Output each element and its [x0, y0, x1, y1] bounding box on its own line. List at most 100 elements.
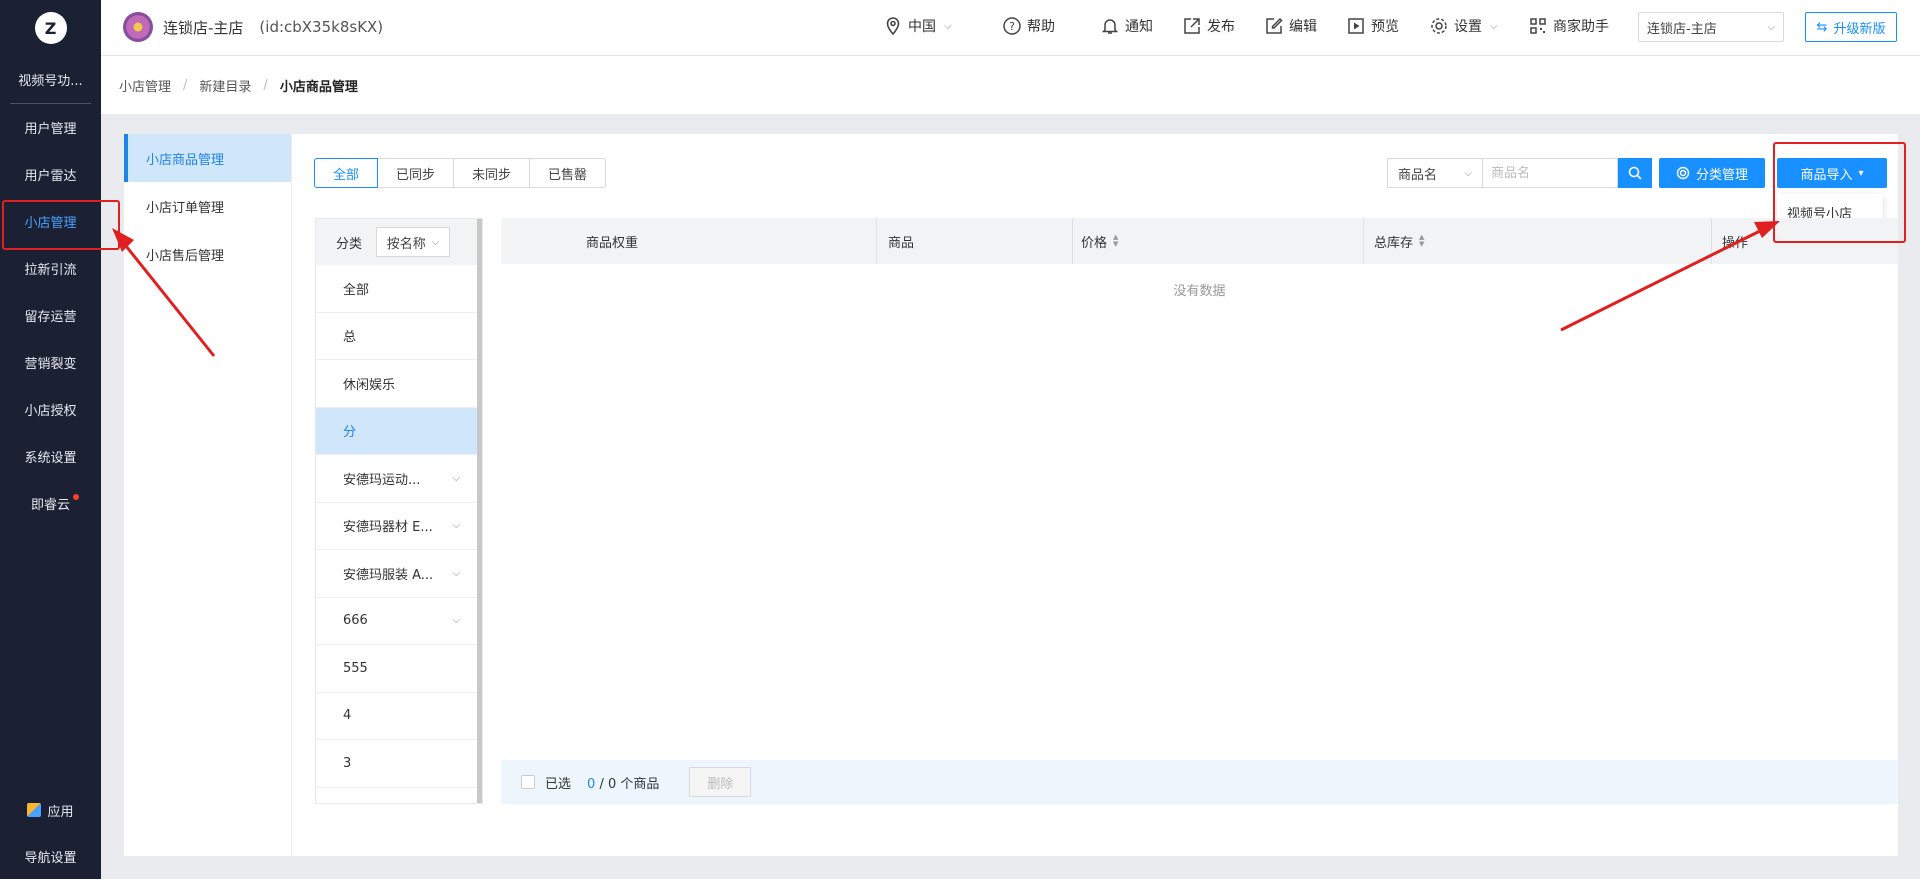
upgrade-button[interactable]: ⇆ 升级新版 — [1805, 12, 1897, 42]
subnav-item-after-sales[interactable]: 小店售后管理 — [124, 230, 291, 278]
notify-label: 通知 — [1125, 19, 1153, 35]
sidebar-item-video-channel[interactable]: 视频号功... — [10, 56, 91, 104]
column-label: 商品 — [888, 235, 915, 251]
help-link[interactable]: ? 帮助 — [1003, 16, 1055, 36]
sidebar-item-label: 系统设置 — [24, 451, 77, 466]
column-divider — [876, 218, 877, 264]
tab-all[interactable]: 全部 — [314, 158, 379, 188]
category-label: 总 — [343, 330, 357, 346]
delete-button[interactable]: 删除 — [689, 767, 752, 797]
shop-info: 连锁店-主店 (id:cbX35k8sKX) — [123, 12, 383, 42]
sidebar-item-jirui-cloud[interactable]: 即睿云 — [0, 480, 101, 527]
subnav-item-orders[interactable]: 小店订单管理 — [124, 182, 291, 230]
subnav-item-products[interactable]: 小店商品管理 — [124, 134, 291, 182]
logo-area[interactable]: Z — [0, 0, 101, 56]
sidebar-item-user-management[interactable]: 用户管理 — [0, 104, 101, 151]
sidebar-item-retention[interactable]: 留存运营 — [0, 292, 101, 339]
category-item[interactable]: 安德玛运动... ⌵ — [316, 455, 482, 503]
category-item[interactable]: 安德玛服装 A... ⌵ — [316, 550, 482, 598]
category-management-label: 分类管理 — [1695, 167, 1748, 183]
breadcrumb-item-shop-management[interactable]: 小店管理 — [119, 76, 171, 95]
category-label: 全部 — [343, 282, 370, 298]
category-item[interactable]: 666 ⌵ — [316, 598, 482, 645]
sidebar-item-label: 拉新引流 — [24, 263, 77, 278]
region-select[interactable]: 中国 ⌵ — [884, 16, 952, 36]
chevron-down-icon: ⌵ — [431, 236, 440, 248]
column-weight: 商品权重 — [586, 218, 638, 264]
sidebar-item-marketing[interactable]: 营销裂变 — [0, 339, 101, 386]
tab-sold-out[interactable]: 已售罄 — [529, 158, 607, 188]
category-item[interactable]: 总 — [316, 313, 482, 360]
help-icon: ? — [1003, 17, 1021, 35]
selected-count: 0 — [587, 776, 596, 792]
category-item[interactable]: 休闲娱乐 — [316, 360, 482, 408]
breadcrumb-item-new-directory[interactable]: 新建目录 — [199, 76, 251, 95]
category-label: 666 — [343, 613, 368, 629]
preview-link[interactable]: 预览 — [1347, 16, 1399, 36]
chevron-down-icon[interactable]: ⌵ — [452, 615, 460, 626]
category-item[interactable]: 555 — [316, 645, 482, 693]
breadcrumb-separator: / — [263, 77, 268, 93]
search-field-select[interactable]: 商品名 ⌵ — [1387, 158, 1483, 188]
column-price[interactable]: 价格 ▲ ▼ — [1081, 218, 1118, 264]
sidebar-item-apps[interactable]: 应用 — [0, 787, 101, 833]
sidebar-item-shop-auth[interactable]: 小店授权 — [0, 386, 101, 433]
sidebar-item-system-settings[interactable]: 系统设置 — [0, 433, 101, 480]
chevron-down-icon: ⌵ — [1464, 167, 1472, 179]
switch-icon: ⇆ — [1816, 19, 1828, 35]
category-scrollbar[interactable] — [477, 219, 482, 803]
sort-icon[interactable]: ▲ ▼ — [1419, 234, 1424, 248]
category-item[interactable]: 4 — [316, 693, 482, 740]
settings-menu[interactable]: 设置 ⌵ — [1430, 16, 1498, 36]
sidebar-item-acquisition[interactable]: 拉新引流 — [0, 245, 101, 292]
chevron-down-icon[interactable]: ⌵ — [452, 473, 460, 484]
sort-icon[interactable]: ▲ ▼ — [1113, 234, 1118, 248]
notify-link[interactable]: 通知 — [1101, 16, 1153, 36]
edit-icon — [1265, 17, 1283, 35]
merchant-assistant-link[interactable]: 商家助手 — [1529, 16, 1609, 36]
shop-avatar — [123, 12, 153, 42]
svg-text:?: ? — [1009, 20, 1015, 33]
column-stock[interactable]: 总库存 ▲ ▼ — [1374, 218, 1424, 264]
selected-total: / 0 个商品 — [599, 776, 660, 792]
chevron-down-icon[interactable]: ⌵ — [452, 520, 460, 531]
category-item[interactable]: 分 — [316, 407, 482, 455]
column-divider — [1711, 218, 1712, 264]
batch-action-bar: 已选 0 / 0 个商品 删除 — [501, 760, 1898, 804]
sidebar-item-user-radar[interactable]: 用户雷达 — [0, 151, 101, 198]
upgrade-label: 升级新版 — [1833, 21, 1886, 37]
category-management-button[interactable]: 分类管理 — [1659, 158, 1765, 188]
category-item[interactable]: 安德玛器材 E... ⌵ — [316, 503, 482, 550]
category-item[interactable]: 3 — [316, 740, 482, 788]
chevron-down-icon[interactable]: ⌵ — [452, 568, 460, 579]
breadcrumb-separator: / — [183, 77, 188, 93]
status-tabs: 全部 已同步 未同步 已售罄 — [314, 158, 607, 188]
category-item[interactable]: 全部 — [316, 265, 482, 313]
search-input[interactable] — [1483, 158, 1618, 188]
sidebar-item-label: 留存运营 — [24, 310, 77, 325]
cube-icon — [27, 803, 42, 817]
category-label: 安德玛运动... — [343, 472, 421, 488]
column-label: 总库存 — [1374, 235, 1414, 251]
qrcode-icon — [1529, 17, 1547, 35]
sidebar-bottom: 应用 导航设置 — [0, 787, 101, 879]
store-select[interactable]: 连锁店-主店 ⌵ — [1638, 12, 1784, 42]
edit-link[interactable]: 编辑 — [1265, 16, 1317, 36]
column-label: 商品权重 — [586, 235, 639, 251]
search-field-value: 商品名 — [1398, 167, 1438, 183]
annotation-box-import — [1773, 142, 1906, 243]
publish-link[interactable]: 发布 — [1183, 16, 1235, 36]
tab-synced[interactable]: 已同步 — [377, 158, 455, 188]
search-group: 商品名 ⌵ — [1387, 158, 1652, 188]
select-all-checkbox[interactable] — [521, 775, 535, 789]
category-label: 3 — [343, 755, 352, 771]
app-logo[interactable]: Z — [34, 12, 67, 44]
store-select-value: 连锁店-主店 — [1647, 21, 1717, 37]
sidebar-item-nav-settings[interactable]: 导航设置 — [0, 833, 101, 879]
breadcrumb-current: 小店商品管理 — [279, 79, 358, 95]
category-sort-select[interactable]: 按名称 ⌵ — [376, 227, 451, 257]
preview-label: 预览 — [1371, 19, 1399, 35]
search-button[interactable] — [1618, 158, 1652, 188]
tab-unsynced[interactable]: 未同步 — [453, 158, 531, 188]
category-label: 4 — [343, 708, 352, 724]
